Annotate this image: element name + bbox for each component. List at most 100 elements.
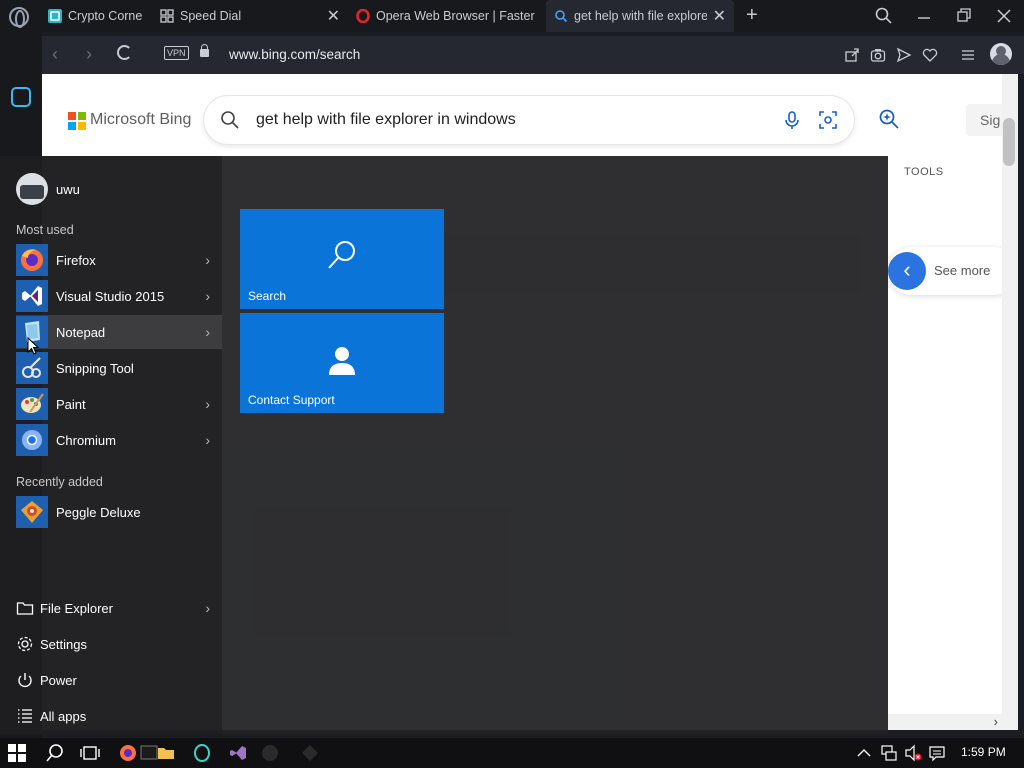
tab-title: get help with file explorer <box>574 9 707 23</box>
user-avatar <box>16 173 48 205</box>
windows-start-icon[interactable] <box>8 744 26 762</box>
visual-search-icon[interactable] <box>818 110 838 130</box>
app-label: Chromium <box>56 432 116 448</box>
app-paint[interactable]: Paint › <box>16 387 222 421</box>
snapshot-icon[interactable] <box>870 47 886 63</box>
speed-dial-icon <box>160 9 174 23</box>
workspace-icon[interactable] <box>11 87 31 107</box>
notification-icon[interactable] <box>928 744 946 762</box>
tile-label: Search <box>248 289 287 303</box>
app-label: Peggle Deluxe <box>56 504 141 520</box>
tab-crypto-corner[interactable]: Crypto Corner <box>48 0 142 32</box>
new-tab-button[interactable]: + <box>746 4 758 27</box>
easy-setup-icon[interactable] <box>960 47 976 63</box>
forward-icon[interactable]: › <box>86 44 92 65</box>
taskbar-clock[interactable]: 1:59 PM <box>961 745 1006 759</box>
start-all-apps[interactable]: All apps <box>16 702 222 730</box>
task-view-icon[interactable] <box>80 743 100 763</box>
network-icon[interactable] <box>880 744 898 762</box>
chevron-right-icon[interactable]: › <box>205 396 210 412</box>
opera-icon[interactable] <box>192 743 212 763</box>
file-explorer-icon[interactable] <box>156 743 176 763</box>
tab-opera-web-browser[interactable]: Opera Web Browser | Faster <box>356 0 536 32</box>
opera-menu-icon[interactable] <box>9 7 29 28</box>
close-window-icon[interactable] <box>994 6 1014 26</box>
lock-icon[interactable] <box>200 44 209 57</box>
search-icon[interactable] <box>45 743 65 763</box>
opera-favicon-icon <box>356 9 370 23</box>
start-power[interactable]: Power <box>16 666 222 694</box>
microsoft-logo-icon <box>68 112 86 130</box>
tab-title: Opera Web Browser | Faster <box>376 9 535 23</box>
app-label: Firefox <box>56 252 96 268</box>
microphone-icon[interactable] <box>782 110 802 130</box>
search-tabs-icon[interactable] <box>874 6 894 26</box>
url-field[interactable]: www.bing.com/search <box>229 47 360 62</box>
chevron-right-icon[interactable]: › <box>205 324 210 340</box>
tab-speed-dial[interactable]: Speed Dial ✕ <box>160 0 340 32</box>
firefox-icon[interactable] <box>118 743 138 763</box>
app-label: Notepad <box>56 324 106 340</box>
tile-contact-support[interactable]: Contact Support <box>240 313 444 413</box>
share-icon[interactable] <box>844 47 860 63</box>
reload-icon[interactable] <box>117 45 132 60</box>
minimize-icon[interactable] <box>914 6 934 26</box>
chromium-icon[interactable] <box>260 743 280 763</box>
browser-tab-strip: Crypto Corner Speed Dial ✕ Opera Web Bro… <box>0 0 1024 32</box>
app-visual-studio[interactable]: Visual Studio 2015 › <box>16 279 222 313</box>
tile-search[interactable]: Search <box>240 209 444 309</box>
search-icon <box>221 111 239 129</box>
vpn-badge[interactable]: VPN <box>164 46 189 60</box>
recently-added-heading: Recently added <box>16 475 103 489</box>
vertical-scrollbar[interactable] <box>1002 74 1018 730</box>
close-tab-icon[interactable]: ✕ <box>327 6 340 26</box>
app-label: Visual Studio 2015 <box>56 288 165 304</box>
tile-label: Contact Support <box>248 393 335 407</box>
support-agent-icon <box>329 345 355 375</box>
snipping-tool-icon <box>16 352 48 384</box>
chevron-right-icon[interactable]: › <box>205 432 210 448</box>
scrollbar-thumb[interactable] <box>1003 118 1015 166</box>
visual-studio-icon[interactable] <box>228 743 248 763</box>
visual-studio-icon <box>16 280 48 312</box>
see-more-button[interactable]: ‹ See more <box>888 247 1002 295</box>
crypto-favicon-icon <box>48 9 62 23</box>
start-file-explorer[interactable]: File Explorer › <box>16 594 222 622</box>
search-icon <box>328 241 355 269</box>
user-account[interactable]: uwu <box>16 173 80 205</box>
app-chromium[interactable]: Chromium › <box>16 423 222 457</box>
send-icon[interactable] <box>896 47 912 63</box>
peggle-icon <box>16 496 48 528</box>
restore-icon[interactable] <box>954 6 974 26</box>
list-icon <box>18 709 32 723</box>
profile-avatar[interactable] <box>990 43 1012 65</box>
app-snipping-tool[interactable]: Snipping Tool <box>16 351 222 385</box>
paint-icon <box>16 388 48 420</box>
chevron-right-icon[interactable]: › <box>205 600 210 616</box>
scroll-right-icon[interactable]: › <box>994 714 998 729</box>
chevron-up-icon[interactable] <box>856 745 872 761</box>
heart-icon[interactable] <box>922 47 938 63</box>
bing-brand[interactable]: Microsoft Bing <box>90 111 191 129</box>
start-settings[interactable]: Settings <box>16 630 222 658</box>
tab-bing-search[interactable]: get help with file explorer ✕ <box>546 0 734 32</box>
copilot-search-icon[interactable] <box>878 108 900 130</box>
search-query[interactable]: get help with file explorer in windows <box>256 111 516 129</box>
app-firefox[interactable]: Firefox › <box>16 243 222 277</box>
back-icon[interactable]: ‹ <box>52 44 58 65</box>
chevron-right-icon[interactable]: › <box>205 252 210 268</box>
system-label: All apps <box>40 708 87 724</box>
see-more-label: See more <box>934 263 991 278</box>
bing-search-box[interactable]: get help with file explorer in windows <box>204 96 854 144</box>
close-tab-icon[interactable]: ✕ <box>713 6 726 26</box>
app-notepad[interactable]: Notepad › <box>16 315 222 349</box>
volume-muted-icon[interactable] <box>904 744 922 762</box>
most-used-heading: Most used <box>16 223 74 237</box>
tools-tab[interactable]: TOOLS <box>904 166 944 178</box>
peggle-icon[interactable] <box>300 743 320 763</box>
chromium-icon <box>16 424 48 456</box>
app-peggle-deluxe[interactable]: Peggle Deluxe <box>16 495 222 529</box>
system-label: File Explorer <box>40 600 113 616</box>
chevron-right-icon[interactable]: › <box>205 288 210 304</box>
sign-in-button[interactable]: Sig <box>966 104 1002 136</box>
